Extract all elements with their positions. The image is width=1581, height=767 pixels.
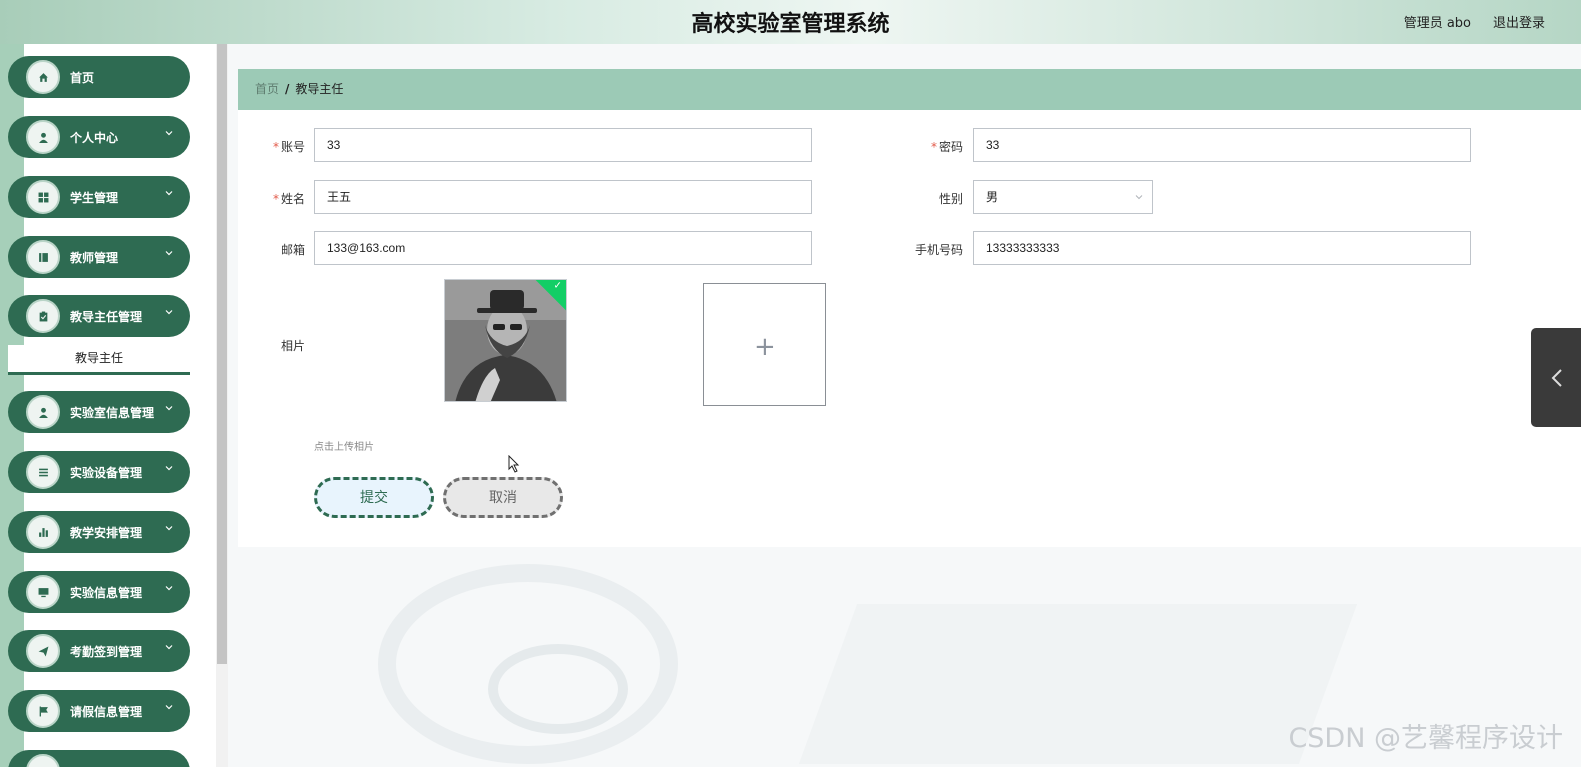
chevron-left-icon <box>1551 369 1562 387</box>
sidebar-item-label: 个人中心 <box>70 131 119 145</box>
sidebar-item-label: 教导主任管理 <box>70 310 143 324</box>
sidebar-item-experiments[interactable]: 实验信息管理 <box>8 571 190 613</box>
chevron-down-icon <box>165 131 173 136</box>
sidebar-item-label: 教师管理 <box>70 251 119 265</box>
upload-hint: 点击上传相片 <box>314 442 374 453</box>
home-icon <box>26 60 60 94</box>
chevron-down-icon <box>165 526 173 531</box>
photo-label: 相片 <box>280 339 305 353</box>
account-field[interactable]: 33 <box>314 128 812 162</box>
required-mark: * <box>930 140 937 154</box>
phone-field[interactable]: 13333333333 <box>973 231 1471 265</box>
grid-icon <box>26 180 60 214</box>
name-field[interactable]: 王五 <box>314 180 812 214</box>
phone-label: 手机号码 <box>914 243 963 257</box>
side-panel-toggle[interactable] <box>1531 328 1581 427</box>
account-label: * 账号 <box>272 140 305 154</box>
chevron-down-icon <box>165 466 173 471</box>
uploaded-photo-thumbnail[interactable]: ✓ <box>444 279 567 402</box>
mouse-cursor-icon <box>508 455 520 473</box>
sidebar-item-lab-info[interactable]: 实验室信息管理 <box>8 391 190 433</box>
gender-label: 性别 <box>938 192 963 206</box>
watermark: CSDN @艺馨程序设计 <box>1288 723 1563 754</box>
logout-link[interactable]: 退出登录 <box>1493 12 1545 31</box>
submit-button[interactable]: 提交 <box>314 477 434 518</box>
background-decoration <box>798 604 1358 764</box>
user-icon <box>26 395 60 429</box>
app-title: 高校实验室管理系统 <box>691 12 890 37</box>
breadcrumb-separator: / <box>285 82 290 96</box>
required-mark: * <box>272 140 279 154</box>
required-mark: * <box>272 192 279 206</box>
sidebar-item-director-mgmt[interactable]: 教导主任管理 <box>8 295 190 337</box>
sidebar-item-label: 教学安排管理 <box>70 526 143 540</box>
monitor-icon <box>26 575 60 609</box>
chevron-down-icon <box>1135 195 1143 200</box>
sidebar-item-label: 实验室信息管理 <box>70 406 155 420</box>
gender-select[interactable]: 男 <box>973 180 1153 214</box>
form-panel <box>238 110 1581 547</box>
menu-icon <box>26 754 60 767</box>
photo-upload-button[interactable]: + <box>703 283 826 406</box>
email-field[interactable]: 133@163.com <box>314 231 812 265</box>
chevron-down-icon <box>165 191 173 196</box>
sidebar-item-schedule[interactable]: 教学安排管理 <box>8 511 190 553</box>
chevron-down-icon <box>165 645 173 650</box>
background-decoration <box>488 644 628 734</box>
sidebar-scrollbar-thumb[interactable] <box>217 44 227 664</box>
email-label: 邮箱 <box>280 243 305 257</box>
sidebar-item-label: 实验设备管理 <box>70 466 143 480</box>
chevron-down-icon <box>165 705 173 710</box>
sidebar-item-label: 实验信息管理 <box>70 586 143 600</box>
breadcrumb: 首页 / 教导主任 <box>238 69 1581 110</box>
sidebar-item-leave[interactable]: 请假信息管理 <box>8 690 190 732</box>
sidebar-item-label: 首页 <box>70 71 95 85</box>
cancel-button[interactable]: 取消 <box>443 477 563 518</box>
sidebar-item-label: 考勤签到管理 <box>70 645 143 659</box>
list-icon <box>26 455 60 489</box>
sidebar-item-students[interactable]: 学生管理 <box>8 176 190 218</box>
chevron-down-icon <box>165 406 173 411</box>
check-icon: ✓ <box>553 280 562 292</box>
gender-select-value: 男 <box>986 190 999 204</box>
clipboard-icon <box>26 299 60 333</box>
bar-chart-icon <box>26 515 60 549</box>
sidebar-item-more[interactable] <box>8 750 190 767</box>
chevron-down-icon <box>165 310 173 315</box>
breadcrumb-home[interactable]: 首页 <box>255 82 279 96</box>
book-icon <box>26 240 60 274</box>
password-field[interactable]: 33 <box>973 128 1471 162</box>
send-icon <box>26 634 60 668</box>
sidebar-item-profile[interactable]: 个人中心 <box>8 116 190 158</box>
sidebar-item-teachers[interactable]: 教师管理 <box>8 236 190 278</box>
top-header: 高校实验室管理系统 管理员 abo 退出登录 <box>0 0 1581 44</box>
plus-icon: + <box>754 332 776 362</box>
portrait-image <box>445 280 566 401</box>
user-icon <box>26 120 60 154</box>
sidebar-item-label: 请假信息管理 <box>70 705 143 719</box>
sidebar-item-home[interactable]: 首页 <box>8 56 190 98</box>
flag-icon <box>26 694 60 728</box>
current-user: 管理员 abo <box>1403 16 1471 31</box>
password-label: * 密码 <box>930 140 963 154</box>
name-label: * 姓名 <box>272 192 305 206</box>
breadcrumb-current: 教导主任 <box>295 82 344 96</box>
chevron-down-icon <box>165 586 173 591</box>
chevron-down-icon <box>165 251 173 256</box>
sidebar-item-attendance[interactable]: 考勤签到管理 <box>8 630 190 672</box>
sidebar-subitem-director[interactable]: 教导主任 <box>8 345 190 375</box>
sidebar-item-equipment[interactable]: 实验设备管理 <box>8 451 190 493</box>
sidebar-item-label: 学生管理 <box>70 191 119 205</box>
